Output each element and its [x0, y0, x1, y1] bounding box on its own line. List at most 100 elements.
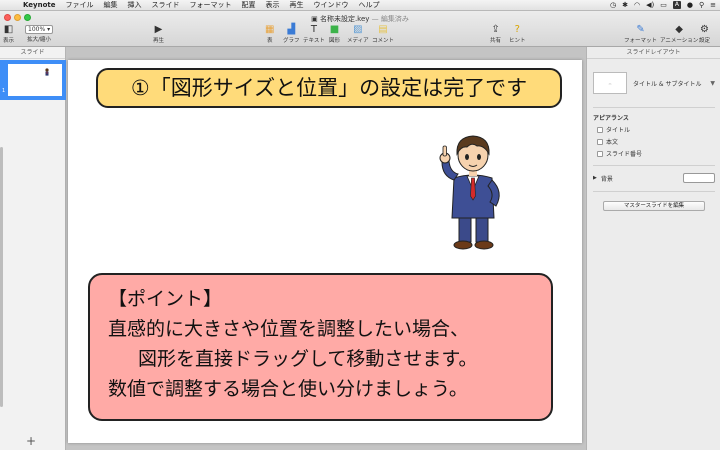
slide-thumbnail-selected[interactable]: 1 [0, 60, 66, 100]
point-line-2: 図形を直接ドラッグして移動させます。 [138, 348, 478, 370]
slide-layout-selector[interactable]: ▭ タイトル & サブタイトル ▼ [593, 67, 715, 99]
body-checkbox-row[interactable]: 本文 [597, 137, 618, 146]
view-label: 表示 [3, 38, 15, 44]
play-button[interactable]: ▶ 再生 [153, 24, 164, 44]
edit-master-slide-button[interactable]: マスタースライドを編集 [603, 201, 705, 211]
title-checkbox-label: タイトル [606, 127, 631, 134]
divider [593, 107, 715, 108]
media-button[interactable]: ▨ メディア [347, 24, 369, 44]
menu-file[interactable]: ファイル [61, 0, 99, 10]
shape-label: 図形 [329, 38, 341, 44]
menu-view[interactable]: 表示 [261, 0, 285, 10]
time-machine-icon[interactable]: ◷ [610, 1, 616, 9]
volume-icon[interactable]: ◀) [646, 1, 654, 9]
title-checkbox-row[interactable]: タイトル [597, 125, 630, 134]
animate-icon: ◆ [675, 24, 683, 35]
tips-button[interactable]: ? ヒント [509, 24, 526, 44]
appearance-section-title: アピアランス [593, 115, 629, 122]
point-callout[interactable]: 【ポイント】 直感的に大きさや位置を調整したい場合、 図形を直接ドラッグして移動… [88, 273, 553, 421]
zoom-control[interactable]: 100% ▾ 拡大/縮小 [25, 23, 53, 43]
table-button[interactable]: ▦ 表 [265, 24, 274, 44]
bluetooth-icon[interactable]: ✱ [622, 1, 628, 9]
point-line-1: 直感的に大きさや位置を調整したい場合、 [108, 318, 470, 340]
inspector-tab-slide-layout[interactable]: スライドレイアウト [587, 47, 720, 59]
menu-window[interactable]: ウインドウ [309, 0, 354, 10]
text-button[interactable]: T テキスト [303, 24, 325, 44]
notification-center-icon[interactable]: ≡ [710, 1, 716, 9]
document-title: ▣ 名称未設定.key — 編集済み [0, 14, 720, 24]
divider [593, 165, 715, 166]
animate-label: アニメーション [660, 38, 699, 44]
navigator-scrollbar[interactable] [0, 147, 3, 407]
slide-number-checkbox-row[interactable]: スライド番号 [597, 149, 642, 158]
body-checkbox-label: 本文 [606, 139, 619, 146]
shape-icon: ■ [329, 24, 340, 35]
text-label: テキスト [303, 38, 325, 44]
menu-app-keynote[interactable]: Keynote [18, 1, 61, 9]
format-button[interactable]: ✎ フォーマット [624, 24, 657, 44]
slide-title-callout[interactable]: ①「図形サイズと位置」の設定は完了です [96, 68, 562, 108]
businessman-illustration[interactable] [432, 128, 516, 254]
menu-arrange[interactable]: 配置 [237, 0, 261, 10]
disclosure-triangle-icon[interactable]: ▶ [593, 175, 597, 181]
table-label: 表 [266, 38, 273, 44]
chart-button[interactable]: ▟ グラフ [283, 24, 300, 44]
shape-button[interactable]: ■ 図形 [329, 24, 340, 44]
point-heading: 【ポイント】 [108, 288, 223, 310]
text-icon: T [310, 24, 317, 35]
zoom-select[interactable]: 100% ▾ [25, 25, 53, 34]
setup-label: 設定 [699, 38, 711, 44]
media-icon: ▨ [353, 24, 363, 35]
zoom-value: 100% [28, 26, 46, 33]
chart-label: グラフ [283, 38, 300, 44]
play-icon: ▶ [154, 24, 163, 35]
layout-name: タイトル & サブタイトル [633, 80, 702, 88]
add-slide-button[interactable]: + [26, 434, 36, 448]
battery-icon[interactable]: ▭ [660, 1, 667, 9]
background-label: 背景 [600, 175, 613, 183]
spotlight-search-icon[interactable]: ⚲ [699, 1, 704, 9]
animate-button[interactable]: ◆ アニメーション [660, 24, 698, 44]
tips-label: ヒント [509, 38, 526, 44]
menu-bar: Keynote ファイル 編集 挿入 スライド フォーマット 配置 表示 再生 … [0, 0, 720, 11]
paintbrush-icon: ✎ [636, 24, 645, 35]
menu-edit[interactable]: 編集 [99, 0, 123, 10]
menu-play[interactable]: 再生 [285, 0, 309, 10]
comment-icon: ▤ [378, 24, 388, 35]
background-color-well[interactable] [683, 173, 715, 183]
menu-format[interactable]: フォーマット [185, 0, 237, 10]
menu-help[interactable]: ヘルプ [354, 0, 385, 10]
share-label: 共有 [490, 38, 502, 44]
media-label: メディア [347, 38, 369, 44]
sidebar-view-icon: ◧ [3, 24, 14, 35]
slide-thumbnail-number: 1 [2, 88, 6, 94]
background-row[interactable]: ▶ 背景 [593, 173, 715, 183]
point-line-3: 数値で調整する場合と使い分けましょう。 [108, 378, 468, 400]
slide-number-checkbox-label: スライド番号 [606, 151, 643, 158]
setup-button[interactable]: ⚙ 設定 [699, 24, 710, 44]
wifi-icon[interactable]: ◠ [634, 1, 640, 9]
input-method-icon[interactable]: A [672, 1, 681, 9]
slide-number-checkbox[interactable] [597, 150, 603, 157]
slide-canvas[interactable]: ①「図形サイズと位置」の設定は完了です 【ポイント】 直感的に大きさや位置を調整… [68, 60, 582, 443]
view-button[interactable]: ◧ 表示 [3, 24, 14, 44]
thumbnail-character-icon [45, 68, 49, 76]
play-label: 再生 [153, 38, 165, 44]
body-checkbox[interactable] [597, 138, 603, 145]
slide-thumbnail[interactable] [8, 64, 62, 96]
chart-icon: ▟ [287, 24, 296, 35]
document-name: 名称未設定.key [319, 15, 370, 23]
share-button[interactable]: ⇪ 共有 [490, 24, 501, 44]
tips-icon: ? [514, 24, 520, 35]
title-checkbox[interactable] [597, 126, 603, 133]
slide-canvas-area: ①「図形サイズと位置」の設定は完了です 【ポイント】 直感的に大きさや位置を調整… [66, 47, 586, 450]
user-icon[interactable]: ● [687, 1, 693, 9]
table-icon: ▦ [265, 24, 275, 35]
slide-navigator-header: スライド [0, 47, 65, 59]
format-label: フォーマット [624, 38, 658, 44]
layout-thumbnail: ▭ [593, 72, 627, 94]
chevron-down-icon: ▼ [710, 79, 715, 87]
menu-insert[interactable]: 挿入 [123, 0, 147, 10]
menu-slide[interactable]: スライド [147, 0, 185, 10]
comment-button[interactable]: ▤ コメント [372, 24, 394, 44]
